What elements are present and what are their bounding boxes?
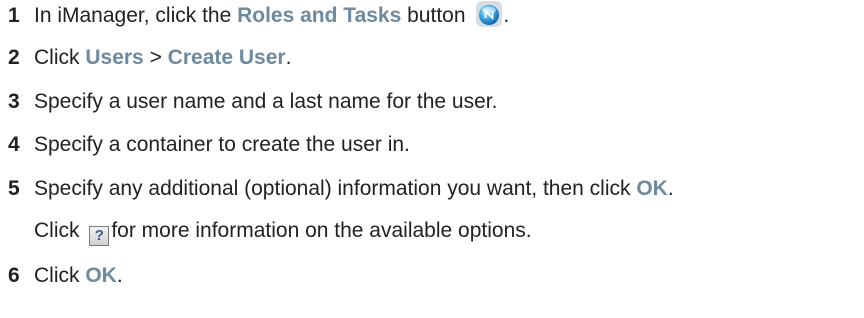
ok-label: OK: [636, 177, 668, 200]
step-number: 1: [8, 4, 20, 27]
step-number: 3: [8, 90, 20, 113]
roles-and-tasks-label: Roles and Tasks: [237, 4, 402, 27]
step-4: 4 Specify a container to create the user …: [8, 130, 860, 160]
ok-label: OK: [85, 264, 117, 287]
step-text: >: [143, 46, 168, 69]
step-6: 6 Click OK.: [8, 261, 860, 291]
step-5-note: Click ? for more information on the avail…: [8, 216, 860, 246]
step-number: 2: [8, 46, 20, 69]
step-text: Specify any additional (optional) inform…: [34, 177, 637, 200]
step-5: 5 Specify any additional (optional) infor…: [8, 174, 860, 204]
step-text: Specify a user name and a last name for …: [34, 90, 498, 113]
step-2: 2 Click Users > Create User.: [8, 43, 860, 73]
step-number: 5: [8, 177, 20, 200]
users-label: Users: [85, 46, 144, 69]
help-icon: ?: [89, 226, 110, 246]
step-text: button: [401, 4, 472, 27]
step-number: 4: [8, 133, 20, 156]
step-text: Click: [34, 264, 86, 287]
step-text: for more information on the available op…: [111, 219, 532, 242]
instruction-steps: 1 In iManager, click the Roles and Tasks …: [0, 0, 864, 318]
step-text: Click: [34, 46, 86, 69]
step-3: 3 Specify a user name and a last name for…: [8, 87, 860, 117]
create-user-label: Create User: [167, 46, 286, 69]
step-1: 1 In iManager, click the Roles and Tasks …: [8, 0, 860, 30]
step-text: .: [503, 4, 510, 27]
step-text: .: [285, 46, 292, 69]
step-text: .: [116, 264, 123, 287]
step-text: Click: [34, 219, 86, 242]
step-number: 6: [8, 264, 20, 287]
step-text: Specify a container to create the user i…: [34, 133, 410, 156]
step-text: .: [667, 177, 674, 200]
step-text: In iManager, click the: [34, 4, 238, 27]
roles-and-tasks-icon: [475, 0, 503, 28]
